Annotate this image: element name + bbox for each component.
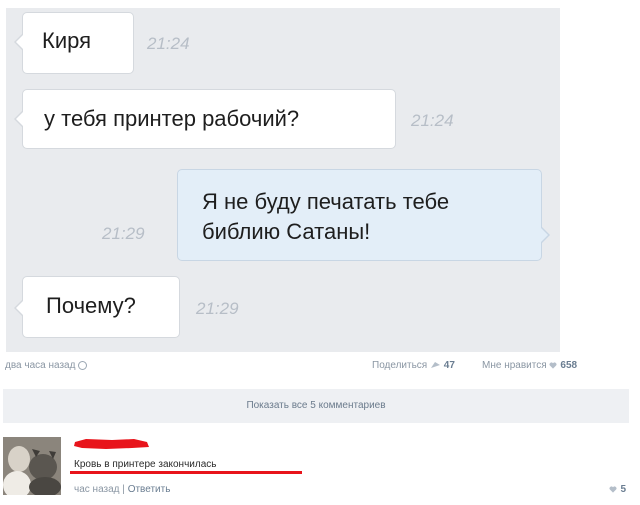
comment-like-count: 5	[620, 484, 626, 495]
message-text: у тебя принтер рабочий?	[44, 106, 300, 131]
comment-time[interactable]: час назад	[74, 484, 120, 495]
message-text: Киря	[42, 28, 92, 53]
message-time: 21:29	[102, 224, 145, 243]
comment-meta: час назад | Ответить	[74, 484, 170, 495]
message-text-line: библию Сатаны!	[202, 219, 371, 244]
incoming-message: у тебя принтер рабочий?	[14, 89, 396, 149]
gear-icon	[78, 360, 88, 370]
incoming-message: Почему?	[14, 276, 180, 338]
chat-area: Киря 21:24 у тебя принтер рабочий? 21:24…	[6, 8, 560, 352]
message-time: 21:29	[196, 299, 239, 318]
heart-icon	[609, 486, 617, 493]
underline-mark	[70, 471, 302, 474]
message-time: 21:24	[411, 111, 454, 130]
share-icon	[431, 362, 441, 369]
message-text-line: Я не буду печатать тебе	[202, 189, 450, 214]
post-time-text: два часа назад	[5, 360, 76, 371]
share-button[interactable]: Поделиться 47	[372, 360, 455, 371]
comment-like-button[interactable]: 5	[609, 484, 626, 495]
avatar[interactable]	[3, 437, 61, 495]
comment-text: Кровь в принтере закончилась	[74, 459, 217, 470]
show-all-comments-button[interactable]: Показать все 5 комментариев	[3, 389, 629, 423]
share-label: Поделиться	[372, 360, 428, 371]
message-time: 21:24	[147, 34, 190, 53]
message-text: Почему?	[46, 293, 136, 318]
outgoing-message: Я не буду печатать тебе библию Сатаны!	[177, 169, 550, 261]
like-count: 658	[560, 360, 578, 371]
separator: |	[122, 484, 125, 495]
heart-icon	[549, 362, 557, 369]
like-label: Мне нравится	[482, 360, 547, 371]
avatar-image	[3, 437, 61, 495]
like-button[interactable]: Мне нравится 658	[482, 360, 577, 371]
redacted-author-name	[74, 439, 149, 449]
post-time[interactable]: два часа назад	[5, 360, 88, 371]
share-count: 47	[443, 360, 455, 371]
incoming-message: Киря	[14, 12, 134, 74]
reply-button[interactable]: Ответить	[128, 484, 171, 495]
